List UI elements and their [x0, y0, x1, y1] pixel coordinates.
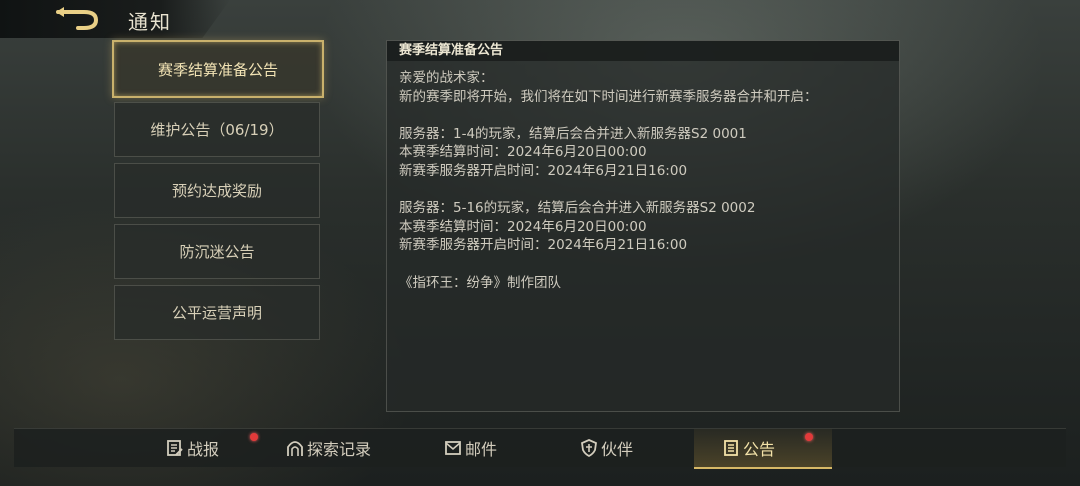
notice-line: 服务器：1-4的玩家，结算后会合并进入新服务器S2 0001: [399, 125, 747, 142]
tab-mail[interactable]: 邮件: [444, 429, 497, 467]
notice-item-label: 维护公告（06/19）: [150, 121, 284, 139]
back-arrow-icon: [56, 7, 99, 30]
notice-line: 亲爱的战术家：: [399, 70, 494, 86]
notice-line: 本赛季结算时间：2024年6月20日00:00: [399, 218, 647, 235]
notice-line: [399, 106, 887, 125]
notice-item-label: 预约达成奖励: [171, 182, 262, 200]
tab-label: 伙伴: [601, 440, 634, 459]
tab-battle-report[interactable]: 战报: [166, 429, 219, 467]
notice-line: 服务器：5-16的玩家，结算后会合并进入新服务器S2 0002: [399, 200, 756, 217]
notice-content-panel[interactable]: 赛季结算准备公告 亲爱的战术家： 新的赛季即将开始，我们将在如下时间进行新赛季服…: [386, 40, 900, 412]
bottom-nav-bar: 战报 探索记录 邮件 伙伴 公告: [14, 428, 1066, 469]
notice-item-label: 防沉迷公告: [179, 243, 255, 261]
notice-line: [399, 181, 887, 200]
tab-label: 邮件: [465, 440, 498, 459]
battle-report-badge: [250, 433, 258, 441]
notice-line: 《指环王：纷争》制作团队: [399, 274, 561, 291]
battle-report-icon: [167, 440, 183, 456]
gate-icon: [287, 441, 303, 456]
notice-heading: 赛季结算准备公告: [387, 41, 899, 61]
tab-label: 探索记录: [307, 440, 372, 459]
notice-item-maintenance[interactable]: 维护公告（06/19）: [114, 102, 320, 157]
top-header: [0, 0, 230, 38]
page-title: 通知: [128, 10, 172, 34]
notice-line: [399, 255, 887, 274]
notice-item-reservation-reward[interactable]: 预约达成奖励: [114, 163, 320, 218]
back-button[interactable]: [54, 6, 100, 32]
notice-line: 新赛季服务器开启时间：2024年6月21日16:00: [399, 237, 688, 254]
notice-body: 亲爱的战术家： 新的赛季即将开始，我们将在如下时间进行新赛季服务器合并和开启： …: [387, 61, 899, 300]
announcements-badge: [805, 433, 813, 441]
notice-line: 本赛季结算时间：2024年6月20日00:00: [399, 144, 647, 161]
notice-item-label: 赛季结算准备公告: [157, 60, 278, 79]
notice-item-season-settlement[interactable]: 赛季结算准备公告: [112, 40, 324, 98]
notice-line: 新的赛季即将开始，我们将在如下时间进行新赛季服务器合并和开启：: [399, 88, 818, 105]
mail-icon: [445, 441, 461, 455]
notice-board-icon: [724, 440, 738, 456]
notice-item-anti-addiction[interactable]: 防沉迷公告: [114, 224, 320, 279]
tab-exploration-log[interactable]: 探索记录: [286, 429, 371, 467]
tab-announcements[interactable]: 公告: [722, 429, 775, 467]
tab-label: 战报: [187, 440, 220, 459]
notice-item-label: 公平运营声明: [171, 304, 262, 322]
tab-label: 公告: [743, 440, 776, 459]
tab-companions[interactable]: 伙伴: [580, 429, 633, 467]
notice-item-fair-operation[interactable]: 公平运营声明: [114, 285, 320, 340]
notice-line: 新赛季服务器开启时间：2024年6月21日16:00: [399, 162, 688, 179]
shield-icon: [581, 439, 597, 457]
